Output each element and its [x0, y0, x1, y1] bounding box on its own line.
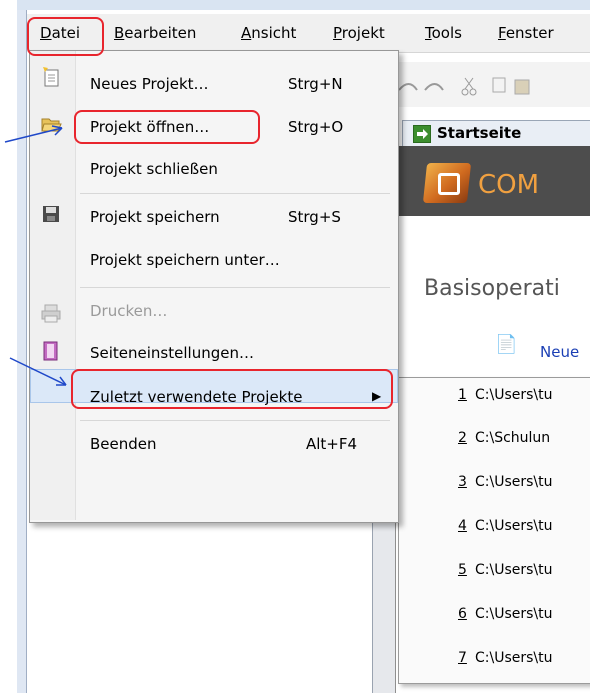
recent-item-1[interactable]: 1 C:\Users\tu — [458, 387, 590, 403]
tab-label: Startseite — [437, 124, 522, 142]
menu-item-exit[interactable]: Beenden — [90, 435, 157, 453]
menu-item-save-as[interactable]: Projekt speichern unter… — [90, 251, 280, 269]
recent-item-4[interactable]: 4 C:\Users\tu — [458, 518, 590, 534]
new-project-icon — [40, 66, 62, 88]
menu-fenster[interactable]: Fenster — [498, 24, 554, 42]
recent-item-6[interactable]: 6 C:\Users\tu — [458, 606, 590, 622]
recent-item-5[interactable]: 5 C:\Users\tu — [458, 562, 590, 578]
recent-item-3[interactable]: 3 C:\Users\tu — [458, 474, 590, 490]
toolbar — [395, 62, 590, 107]
menu-separator — [80, 193, 390, 194]
arrow-right-icon — [413, 125, 431, 143]
annotation-box-datei — [27, 17, 104, 56]
menu-ansicht[interactable]: Ansicht — [241, 24, 296, 42]
new-project-link[interactable]: Neue — [540, 343, 579, 361]
menu-bearbeiten[interactable]: Bearbeiten — [114, 24, 196, 42]
shortcut-save-project: Strg+S — [288, 208, 341, 226]
tab-startseite[interactable]: Startseite — [402, 120, 590, 147]
section-heading: Basisoperati — [424, 276, 560, 301]
menu-item-save-project[interactable]: Projekt speichern — [90, 208, 220, 226]
toolbar-icons — [398, 77, 530, 96]
new-project-link-icon: 📄 — [495, 334, 518, 355]
menu-item-close-project[interactable]: Projekt schließen — [90, 160, 218, 178]
menu-projekt[interactable]: Projekt — [333, 24, 385, 42]
recent-item-2[interactable]: 2 C:\Schulun — [458, 430, 590, 446]
menu-item-new-project[interactable]: Neues Projekt… — [90, 75, 209, 93]
menu-separator — [80, 420, 390, 421]
cut-icon — [461, 77, 477, 96]
app-logo-mark — [438, 173, 460, 195]
banner-text: COM — [478, 170, 540, 200]
menu-tools[interactable]: Tools — [425, 24, 462, 42]
annotation-box-open — [74, 110, 260, 144]
shortcut-exit: Alt+F4 — [306, 435, 358, 453]
annotation-box-recent — [71, 369, 393, 409]
menu-item-page-setup[interactable]: Seiteneinstellungen… — [90, 344, 254, 362]
shortcut-open-project: Strg+O — [288, 118, 344, 136]
menu-item-print: Drucken… — [90, 302, 168, 320]
menu-separator — [80, 287, 390, 288]
recent-item-7[interactable]: 7 C:\Users\tu — [458, 650, 590, 666]
annotation-arrows — [4, 125, 67, 386]
window-frame-top — [17, 0, 590, 10]
shortcut-new-project: Strg+N — [288, 75, 343, 93]
